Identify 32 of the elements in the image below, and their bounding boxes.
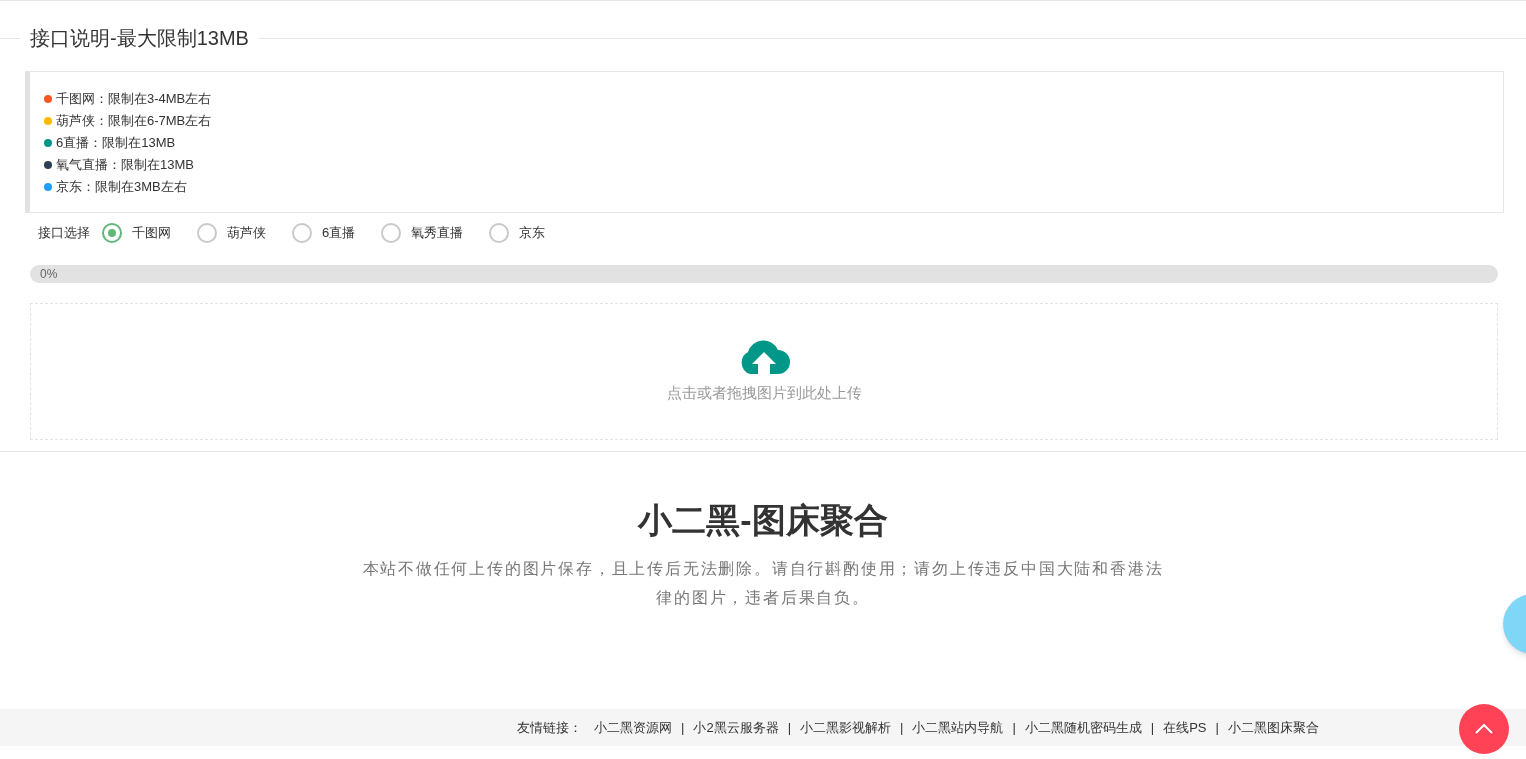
notice-text: 本站不做任何上传的图片保存，且上传后无法删除。请自行斟酌使用；请勿上传违反中国大陆和香港法律的图片，违者后果自负。 <box>361 559 1165 608</box>
link-separator: | <box>1215 718 1219 737</box>
link-separator: | <box>1012 718 1016 737</box>
chevron-up-icon <box>1475 724 1493 734</box>
radio-option[interactable]: 6直播 <box>292 223 356 243</box>
footer-link[interactable]: 小2黑云服务器 <box>693 717 779 738</box>
back-to-top-button[interactable] <box>1459 704 1509 754</box>
footer-label: 友情链接： <box>517 718 582 737</box>
link-separator: | <box>1150 718 1155 737</box>
limit-text: 6直播：限制在13MB <box>56 134 176 152</box>
radio-option[interactable]: 千图网 <box>102 223 171 243</box>
footer-link[interactable]: 在线PS <box>1163 717 1207 738</box>
link-separator: | <box>900 718 904 737</box>
limit-text: 京东：限制在3MB左右 <box>56 178 187 196</box>
footer-link[interactable]: 小二黑资源网 <box>594 717 672 738</box>
footer-link[interactable]: 小二黑图床聚合 <box>1227 717 1319 738</box>
section-title: 接口说明-最大限制13MB <box>29 26 250 51</box>
footer-link[interactable]: 小二黑站内导航 <box>912 717 1004 738</box>
limit-text: 葫芦侠：限制在6-7MB左右 <box>56 112 212 130</box>
link-separator: | <box>787 718 791 737</box>
footer-link[interactable]: 小二黑随机密码生成 <box>1024 717 1142 738</box>
footer-link[interactable]: 小二黑影视解析 <box>800 717 891 738</box>
upload-hint: 点击或者拖拽图片到此处上传 <box>666 383 862 404</box>
hero-title: 小二黑-图床聚合 <box>638 500 888 541</box>
limit-text: 千图网：限制在3-4MB左右 <box>56 90 212 108</box>
select-label: 接口选择 <box>38 224 90 243</box>
link-separator: | <box>681 718 685 737</box>
limit-text: 氧气直播：限制在13MB <box>56 156 194 174</box>
radio-option[interactable]: 京东 <box>489 223 546 243</box>
progress-reading: 0% <box>40 266 58 283</box>
radio-option[interactable]: 葫芦侠 <box>197 223 266 243</box>
radio-option[interactable]: 氧秀直播 <box>381 223 464 243</box>
